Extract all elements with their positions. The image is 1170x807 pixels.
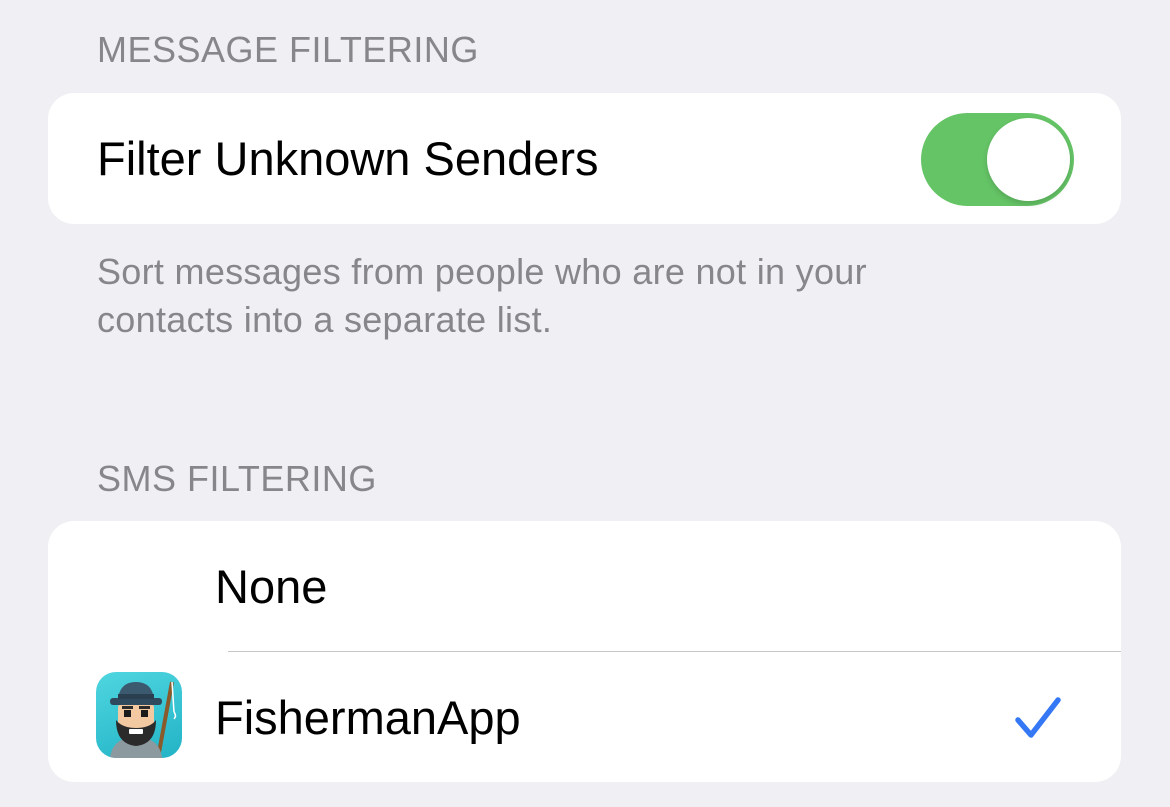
filter-unknown-senders-label: Filter Unknown Senders	[97, 132, 599, 185]
filter-unknown-senders-toggle[interactable]	[921, 113, 1074, 206]
message-filtering-card: Filter Unknown Senders	[48, 93, 1121, 224]
message-filtering-header: MESSAGE FILTERING	[97, 29, 479, 70]
sms-filtering-card: None FishermanApp	[48, 521, 1121, 782]
sms-filter-option-none[interactable]: None	[48, 521, 1121, 651]
sms-filter-option-label: None	[215, 560, 328, 613]
sms-filtering-header: SMS FILTERING	[97, 458, 377, 499]
fisherman-app-icon	[96, 672, 182, 758]
checkmark-icon	[1015, 697, 1061, 738]
sms-filter-option-label: FishermanApp	[215, 691, 521, 744]
sms-filter-option-fishermanapp[interactable]: FishermanApp	[48, 652, 1121, 782]
toggle-knob	[987, 118, 1070, 201]
filter-unknown-senders-footer: Sort messages from people who are not in…	[97, 251, 867, 340]
